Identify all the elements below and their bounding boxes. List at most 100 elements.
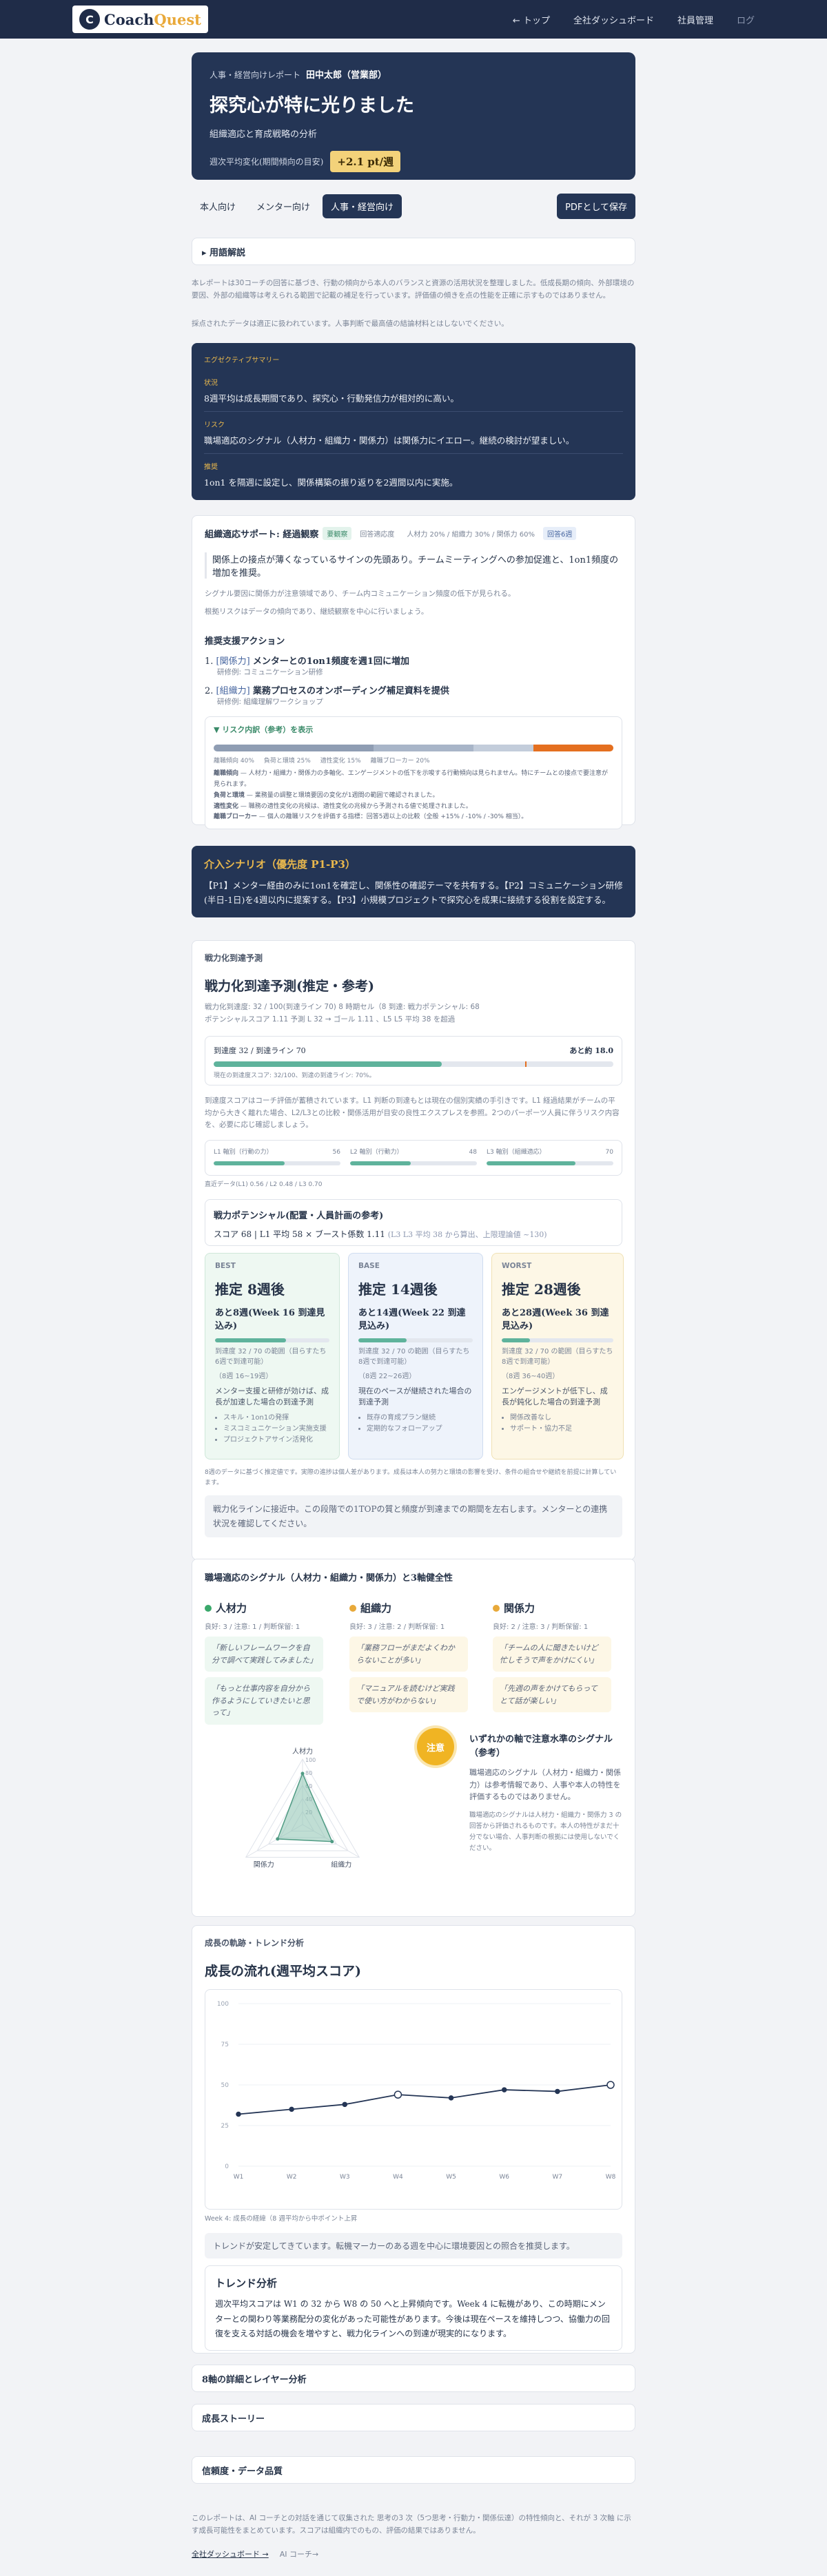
tab-self[interactable]: 本人向け xyxy=(192,194,244,218)
accordion-8axis[interactable]: 8軸の詳細とレイヤー分析 xyxy=(192,2365,635,2392)
hero-eyebrow: 人事・経営向けレポート 田中太郎（営業部） xyxy=(210,70,387,81)
hero-title: 探究心が特に光りました xyxy=(210,95,414,116)
signals-section: 職場適応のシグナル（人材力・組織力・関係力）と3軸健全性 xyxy=(205,1573,453,1583)
target-line-marker xyxy=(525,1061,527,1067)
data-point xyxy=(236,2111,241,2117)
logo-mark-icon: C xyxy=(79,9,100,30)
nav-link-log[interactable]: ログ xyxy=(737,13,755,26)
forecast-title: 戦力化到達予測(推定・参考) xyxy=(205,979,374,994)
radar-label: 組織力 xyxy=(331,1860,351,1869)
radar-point xyxy=(330,1840,334,1844)
x-tick-label: W3 xyxy=(340,2174,350,2181)
x-tick-label: W8 xyxy=(606,2174,616,2181)
support-title: 組織適応サポート: 経過観察 xyxy=(205,530,319,540)
y-tick-label: 75 xyxy=(221,2042,229,2048)
support-highlight: 関係上の接点が薄くなっているサインの先頭あり。チームミーティングへの参加促進と、… xyxy=(205,552,622,579)
scenario-base: BASE 推定 14週後 あと14週(Week 22 到達見込み) 到達度 32… xyxy=(348,1252,483,1460)
risk-toggle[interactable]: ▼ リスク内訳（参考）を表示 xyxy=(214,724,613,735)
trend-card: 成長の軌跡・トレンド分析 成長の流れ(週平均スコア) 100 75 50 25 0 W1 W… xyxy=(192,1925,635,2354)
status-badge: 要観察 xyxy=(323,527,352,540)
x-tick-label: W5 xyxy=(446,2174,456,2181)
trend-line-chart: 100 75 50 25 0 W1 W2 W3 W4 W5 W6 W7 W8 xyxy=(217,2001,616,2181)
exec-label: 推奨 xyxy=(204,464,218,471)
exec-label: リスク xyxy=(204,422,225,429)
axis-card-relationship: 関係力 良好: 2 / 注意: 3 / 判断保留: 1 「チームの人に聞きたいけ… xyxy=(493,1601,611,1713)
layer-bar: L2 軸別（行動力） 48 xyxy=(350,1147,477,1168)
radar-label: 関係力 xyxy=(254,1860,274,1869)
y-tick-label: 0 xyxy=(225,2163,229,2170)
footer-link-coach[interactable]: AI コーチ→ xyxy=(280,2548,318,2559)
trend-analysis: トレンド分析 週次平均スコアは W1 の 32 から W8 の 50 へと上昇傾… xyxy=(205,2265,622,2351)
scenario-best: BEST 推定 8週後 あと8週(Week 16 到達見込み) 到達度 32 /… xyxy=(205,1252,340,1460)
x-tick-label: W7 xyxy=(553,2174,563,2181)
tab-hr[interactable]: 人事・経営向け xyxy=(323,194,402,218)
intervention-scenario: 介入シナリオ（優先度 P1-P3） 【P1】メンター経由のみに1on1を確定し、… xyxy=(192,846,635,917)
risk-rows: 離職傾向 — 人材力・組織力・関係力の多軸化、エンゲージメントの低下を示唆する行… xyxy=(214,770,608,821)
quote: 「マニュアルを読むけど実践で使い方がわからない」 xyxy=(349,1677,468,1713)
radar-area xyxy=(276,1772,333,1842)
exec-text: 8週平均は成長期間であり、探究心・行動発信力が相対的に高い。 xyxy=(204,391,623,412)
trend-chart-card: 100 75 50 25 0 W1 W2 W3 W4 W5 W6 W7 W8 xyxy=(205,1989,622,2210)
x-tick-label: W4 xyxy=(393,2174,403,2181)
axis-card-organization: 組織力 良好: 3 / 注意: 2 / 判断保留: 1 「業務フローがまだよくわ… xyxy=(349,1601,468,1713)
risk-seg xyxy=(473,745,533,752)
potential-title: 戦力ポテンシャル(配置・人員計画の参考) xyxy=(214,1210,384,1221)
actions-title: 推奨支援アクション xyxy=(205,636,285,647)
intro-note-2: 採点されたデータは適正に扱われています。人事判断で最高値の結論材料とはしないでく… xyxy=(192,320,509,328)
y-tick-label: 25 xyxy=(221,2123,229,2130)
report-hero: 人事・経営向けレポート 田中太郎（営業部） 探究心が特に光りました 組織適応と育成… xyxy=(192,52,635,180)
gauge-bar xyxy=(214,1061,613,1067)
signals-card: 職場適応のシグナル（人材力・組織力・関係力）と3軸健全性 人材力 良好: 3 /… xyxy=(192,1559,635,1917)
data-point xyxy=(289,2106,294,2112)
tab-mentor[interactable]: メンター向け xyxy=(248,194,318,218)
exec-text: 職場適応のシグナル（人材力・組織力・関係力）は関係力にイエロー。継続の検討が望ま… xyxy=(204,433,623,454)
x-tick-label: W6 xyxy=(499,2174,509,2181)
potential-card: 戦力ポテンシャル(配置・人員計画の参考) スコア 68 | L1 平均 58 ×… xyxy=(205,1198,622,1246)
risk-stacked-bar xyxy=(214,745,613,752)
analysis-text: 週次平均スコアは W1 の 32 から W8 の 50 へと上昇傾向です。Wee… xyxy=(215,2299,610,2339)
logo-text: CoachQuest xyxy=(104,10,201,28)
quote: 「先週の声をかけてもらってとて話が楽しい」 xyxy=(493,1677,611,1713)
forecast-meta: 戦力化到達度: 32 / 100(到達ライン 70) 8 時期セル（8 到達: … xyxy=(205,1003,480,1011)
nav-link-employees[interactable]: 社員管理 xyxy=(677,13,713,26)
save-pdf-button[interactable]: PDFとして保存 xyxy=(557,193,635,219)
footer-link-dashboard[interactable]: 全社ダッシュボード → xyxy=(192,2548,269,2559)
quote: 「業務フローがまだよくわからないことが多い」 xyxy=(349,1637,468,1672)
data-point xyxy=(342,2101,348,2108)
data-point xyxy=(555,2088,560,2095)
forecast-callout: 戦力化ラインに接近中。この段階での1TOPの質と頻度が到達までの期間を左右します… xyxy=(205,1495,622,1537)
radar-tick: 80 xyxy=(305,1770,312,1776)
accordion-growth-story[interactable]: 成長ストーリー xyxy=(192,2404,635,2431)
top-nav: C CoachQuest ← トップ 全社ダッシュボード 社員管理 ログ xyxy=(0,0,827,39)
forecast-meta-2: ポテンシャルスコア 1.11 予測 L 32 → ゴール 1.11 、L5 L5… xyxy=(205,1015,456,1024)
glossary-accordion[interactable]: ▸ 用語解説 xyxy=(192,238,635,265)
axis-card-talent: 人材力 良好: 3 / 注意: 1 / 判断保留: 1 「新しいフレームワークを… xyxy=(205,1601,323,1725)
nav-link-dashboard[interactable]: 全社ダッシュボード xyxy=(573,13,654,26)
risk-seg xyxy=(533,745,613,752)
data-point xyxy=(448,2095,454,2101)
quote: 「もっと仕事内容を自分から作るようにしていきたいと思って」 xyxy=(205,1677,323,1725)
coachquest-logo[interactable]: C CoachQuest xyxy=(72,6,208,33)
metric-pill: +2.1 pt/週 xyxy=(330,151,401,172)
scenario-worst: WORST 推定 28週後 あと28週(Week 36 到達見込み) 到達度 3… xyxy=(491,1252,624,1460)
forecast-explain: 到達度スコアはコーチ評価が蓄積されています。L1 判断の到達もとは現在の個別実績… xyxy=(205,1096,620,1130)
footer-links: 全社ダッシュボード → AI コーチ→ xyxy=(192,2548,635,2559)
gauge-card: 到達度 32 / 到達ライン 70 あと約 18.0 現在の到達度スコア: 32/… xyxy=(205,1035,622,1086)
data-point xyxy=(501,2087,507,2092)
forecast-card: 戦力化到達予測 戦力化到達予測(推定・参考) 戦力化到達度: 32 / 100(… xyxy=(192,940,635,1560)
badge-key: 回答適応度 xyxy=(360,531,395,539)
hero-metric: 週次平均変化(期間傾向の目安) +2.1 pt/週 xyxy=(210,151,617,172)
turning-point-marker xyxy=(394,2090,402,2099)
gauge-remaining: あと約 18.0 xyxy=(569,1046,613,1055)
x-tick-label: W1 xyxy=(234,2174,244,2181)
accordion-data-quality[interactable]: 信頼度・データ品質 xyxy=(192,2456,635,2484)
status-dot-icon xyxy=(349,1604,356,1612)
status-dot-icon xyxy=(493,1604,500,1612)
scenario-grid: BEST 推定 8週後 あと8週(Week 16 到達見込み) 到達度 32 /… xyxy=(205,1252,624,1460)
analysis-title: トレンド分析 xyxy=(215,2277,278,2290)
support-note-2: 根拠リスクはデータの傾向であり、継続観察を中心に行いましょう。 xyxy=(205,607,429,616)
series-line xyxy=(238,2084,611,2115)
radar-label: 人材力 xyxy=(292,1747,313,1756)
nav-link-top[interactable]: ← トップ xyxy=(513,13,550,26)
intro-note: 本レポートは30コーチの回答に基づき、行動の傾向から本人のバランスと資源の活用状… xyxy=(192,279,635,300)
